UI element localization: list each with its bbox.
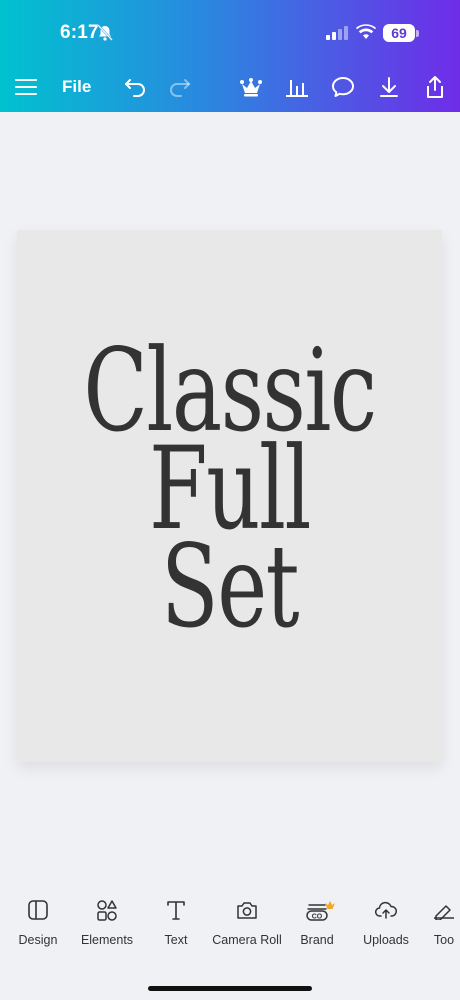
nav-camera-roll-label: Camera Roll [212, 933, 282, 947]
premium-crown-icon [324, 897, 336, 915]
nav-elements-label: Elements [80, 933, 134, 947]
camera-icon [207, 895, 287, 925]
battery-cap [416, 30, 419, 37]
text-icon [136, 895, 216, 925]
cell-signal-icon [326, 26, 348, 45]
nav-text[interactable]: Text [136, 895, 216, 947]
svg-text:CO: CO [312, 914, 323, 921]
file-menu-button[interactable]: File [62, 70, 91, 104]
top-app-bar: 6:17 69 File [0, 0, 460, 112]
design-line-3: Set [160, 520, 300, 653]
tools-icon [414, 895, 460, 925]
bell-muted-icon [97, 24, 113, 47]
status-bar: 6:17 69 [0, 0, 460, 70]
design-title-text[interactable]: Classic Full Set [72, 334, 387, 653]
undo-icon[interactable] [122, 70, 148, 104]
crown-icon[interactable] [238, 70, 264, 104]
nav-brand[interactable]: CO Brand [277, 895, 357, 947]
download-icon[interactable] [376, 70, 402, 104]
share-icon[interactable] [422, 70, 448, 104]
nav-elements[interactable]: Elements [67, 895, 147, 947]
nav-tools[interactable]: Too [414, 895, 460, 947]
comment-icon[interactable] [330, 70, 356, 104]
menu-icon[interactable] [14, 70, 38, 104]
nav-camera-roll[interactable]: Camera Roll [207, 895, 287, 947]
home-indicator[interactable] [148, 986, 312, 991]
bottom-toolbar: Design Elements Text Camera Roll CO Bran… [0, 895, 460, 965]
nav-text-label: Text [164, 933, 188, 947]
design-canvas[interactable]: Classic Full Set [17, 230, 442, 762]
nav-tools-label: Too [433, 933, 455, 947]
wifi-icon [356, 24, 376, 45]
status-time: 6:17 [60, 22, 99, 43]
elements-icon [67, 895, 147, 925]
brand-icon: CO [277, 895, 357, 925]
battery-indicator: 69 [383, 24, 415, 42]
nav-brand-label: Brand [300, 933, 334, 947]
editor-toolbar: File [0, 70, 460, 112]
redo-icon[interactable] [167, 70, 193, 104]
chart-icon[interactable] [284, 70, 310, 104]
